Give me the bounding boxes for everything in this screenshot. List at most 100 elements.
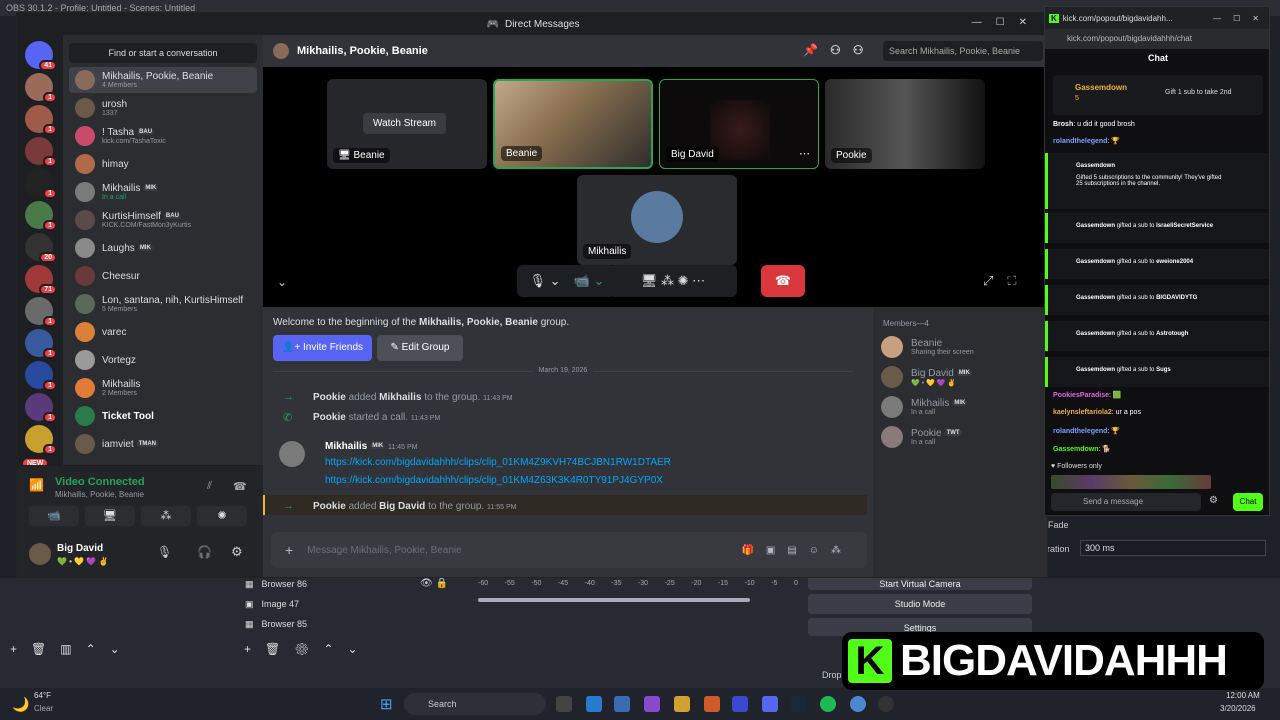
find-conversation-input[interactable]: Find or start a conversation [69, 43, 257, 63]
headphones-icon[interactable]: 🎧 [197, 545, 212, 559]
gear-icon[interactable]: ⚙ [231, 544, 243, 560]
scene-toolbar[interactable]: +🗑▥⌃⌄ [10, 642, 134, 656]
dm-item[interactable]: Mikhailis MIK In a call [69, 179, 257, 205]
member-item[interactable]: Pookie TWT In a call [881, 423, 1041, 451]
taskbar-search[interactable]: Search [404, 693, 546, 715]
store-icon[interactable] [614, 696, 630, 712]
server-avatar[interactable]: 1 [25, 393, 57, 423]
plus-icon[interactable]: + [285, 542, 293, 558]
dm-item[interactable]: varec [69, 319, 257, 345]
camera-button[interactable]: 📹 ⌄ [563, 265, 615, 297]
send-message-input[interactable]: Send a message [1051, 493, 1201, 511]
server-avatar[interactable]: 1 [25, 361, 57, 391]
avatar[interactable] [279, 441, 305, 467]
weather-temp[interactable]: 64°F [34, 691, 51, 700]
server-avatar[interactable]: 1 [25, 105, 57, 135]
video-toggle-button[interactable]: 📹 [29, 506, 79, 526]
message-link[interactable]: https://kick.com/bigdavidahhh/clips/clip… [325, 457, 671, 468]
member-item[interactable]: Mikhailis MIK In a call [881, 393, 1041, 421]
noise-suppression-icon[interactable]: ⫽ [207, 480, 212, 493]
visibility-icons[interactable]: 👁 🔒 [420, 578, 448, 589]
video-tile[interactable]: Big David ⋯ [659, 79, 819, 169]
source-row[interactable]: ▦ Browser 85 [245, 614, 465, 634]
self-tile[interactable]: Mikhailis [577, 175, 737, 265]
gear-icon[interactable]: ⚙ [1209, 495, 1218, 506]
server-home-icon[interactable]: 41 [25, 41, 57, 71]
source-row[interactable]: ▣ Image 47 [245, 594, 465, 614]
duration-field[interactable]: 300 ms [1080, 540, 1266, 556]
message-author[interactable]: Mikhailis MIK 11:45 PM [325, 441, 417, 452]
avatar [881, 396, 903, 418]
member-item[interactable]: Beanie Sharing their screen [881, 333, 1041, 361]
server-avatar[interactable]: 71 [25, 265, 57, 295]
dm-item[interactable]: Lon, santana, nih, KurtisHimself 5 Member… [69, 291, 257, 317]
tab-title[interactable]: kick.com/popout/bigdavidahh... [1063, 14, 1173, 23]
task-view-icon[interactable] [556, 696, 572, 712]
server-avatar[interactable]: 1 [25, 137, 57, 167]
window-controls[interactable]: —☐✕ [972, 17, 1041, 28]
screen-share-button[interactable]: 🖥 [85, 506, 135, 526]
activities-button[interactable]: ⁂ [141, 506, 191, 526]
input-actions[interactable]: 🎁▣▤☺⁂ [741, 545, 853, 556]
dm-item[interactable]: Mikhailis, Pookie, Beanie 4 Members [69, 67, 257, 93]
dm-item[interactable]: KurtisHimself BAU KICK.COM/FastMon3yKurtis [69, 207, 257, 233]
server-avatar[interactable]: 1 [25, 169, 57, 199]
dm-item[interactable]: Cheesur [69, 263, 257, 289]
server-avatar[interactable]: 1 [25, 425, 57, 455]
clock-date[interactable]: 3/20/2026 [1220, 704, 1256, 713]
edge-icon[interactable] [586, 696, 602, 712]
video-tile[interactable]: Beanie [493, 79, 653, 169]
dm-item[interactable]: urosh 1337 [69, 95, 257, 121]
server-avatar[interactable]: 1 [25, 329, 57, 359]
video-tile[interactable]: Pookie [825, 79, 985, 169]
server-avatar[interactable]: 1 [25, 201, 57, 231]
server-avatar[interactable]: 20 [25, 233, 57, 263]
dm-item[interactable]: Laughs MIK [69, 235, 257, 261]
spotify-icon[interactable] [820, 696, 836, 712]
microphone-icon[interactable]: 🎙 [157, 545, 172, 559]
window-controls[interactable]: —☐✕ [1213, 14, 1269, 23]
steam-icon[interactable] [790, 696, 806, 712]
dm-item[interactable]: iamviet TMAN [69, 431, 257, 457]
member-item[interactable]: Big David MIK 💚 • 💛 💜 ✌ [881, 363, 1041, 391]
url-bar[interactable]: kick.com/popout/bigdavidahhh/chat [1045, 29, 1269, 49]
firefox-icon[interactable] [704, 696, 720, 712]
call-actions[interactable]: 🖥 ⁂ ✺ ⋯ [609, 265, 737, 297]
volume-slider[interactable] [478, 598, 750, 602]
avatar[interactable] [29, 543, 51, 565]
soundboard-button[interactable]: ✺ [197, 506, 247, 526]
edit-group-button[interactable]: ✎ Edit Group [377, 335, 463, 361]
pinned-gift-banner[interactable]: Gassemdown 5 Gift 1 sub to take 2nd [1053, 75, 1263, 115]
invite-friends-button[interactable]: 👤+ Invite Friends [273, 335, 372, 361]
app-icon[interactable] [644, 696, 660, 712]
windows-start-icon[interactable]: ⊞ [380, 695, 393, 713]
message-link[interactable]: https://kick.com/bigdavidahhh/clips/clip… [325, 475, 663, 486]
chrome-icon[interactable] [850, 696, 866, 712]
search-input[interactable]: Search Mikhailis, Pookie, Beanie [883, 41, 1043, 61]
server-avatar[interactable]: 1 [25, 297, 57, 327]
dm-item[interactable]: Vortegz [69, 347, 257, 373]
chat-send-button[interactable]: Chat [1233, 493, 1263, 511]
dm-item[interactable]: ! Tasha BAU kick.com/TashaToxic [69, 123, 257, 149]
clock-time[interactable]: 12:00 AM [1226, 691, 1260, 700]
obs-icon[interactable] [878, 696, 894, 712]
stream-tile[interactable]: Watch Stream 🖥 Beanie [327, 79, 487, 169]
watch-stream-button[interactable]: Watch Stream [363, 113, 446, 134]
server-avatar[interactable]: 1 [25, 73, 57, 103]
popout-fullscreen-icons[interactable]: ⤢⛶ [983, 273, 1031, 289]
header-actions[interactable]: 📌⚇⚇ [803, 43, 875, 57]
emote-row[interactable] [1051, 475, 1211, 489]
message-input[interactable]: + Message Mikhailis, Pookie, Beanie 🎁▣▤☺… [271, 532, 867, 568]
folder-icon[interactable] [674, 696, 690, 712]
discord-icon[interactable] [762, 696, 778, 712]
disconnect-icon[interactable]: ☎ [233, 480, 247, 493]
dm-item[interactable]: himay [69, 151, 257, 177]
dm-item[interactable]: Mikhailis 2 Members [69, 375, 257, 401]
studio-mode-button[interactable]: Studio Mode [808, 594, 1032, 614]
leave-call-button[interactable]: ☎ [761, 265, 805, 297]
source-toolbar[interactable]: +🗑⚙⌃⌄ [244, 642, 372, 656]
chevron-down-icon[interactable]: ⌄ [277, 275, 287, 289]
more-icon[interactable]: ⋯ [799, 147, 810, 160]
dm-item[interactable]: Ticket Tool [69, 403, 257, 429]
app-icon[interactable] [732, 696, 748, 712]
